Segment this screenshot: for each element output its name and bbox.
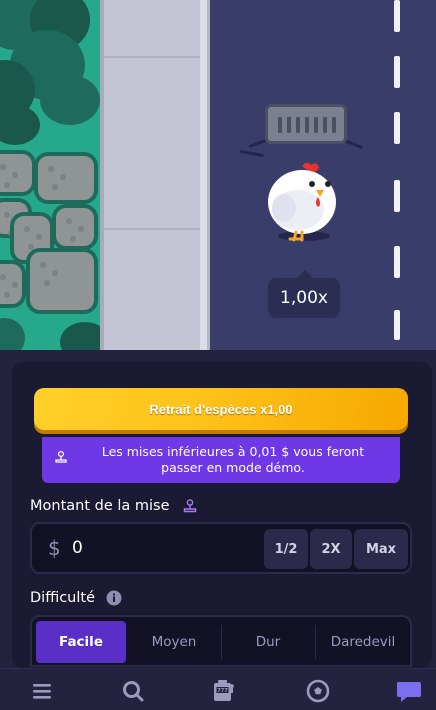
joystick-icon <box>183 499 197 513</box>
manhole-cover <box>265 104 347 144</box>
bottom-nav: 777 <box>0 668 436 710</box>
bet-amount-input[interactable] <box>72 534 252 562</box>
bet-amount-label: Montant de la mise <box>30 498 170 514</box>
game-scene: 1,00x <box>0 0 436 350</box>
chat-icon[interactable] <box>396 679 422 703</box>
bet-amount-field: $ 1/2 2X Max <box>30 522 412 574</box>
info-icon[interactable] <box>106 590 122 606</box>
multiplier-badge: 1,00x <box>268 270 340 318</box>
difficulty-option-daredevil[interactable]: Daredevil <box>316 621 410 663</box>
slot-machine-icon[interactable]: 777 <box>212 679 236 703</box>
difficulty-selector: Facile Moyen Dur Daredevil <box>30 615 412 667</box>
difficulty-label: Difficulté <box>30 590 96 606</box>
curb <box>200 0 210 350</box>
max-bet-button[interactable]: Max <box>354 529 408 569</box>
joystick-icon <box>55 450 67 463</box>
search-icon[interactable] <box>121 679 145 703</box>
demo-mode-notice: Les mises inférieures à 0,01 $ vous fero… <box>42 437 400 483</box>
grass-area <box>0 0 110 350</box>
menu-icon[interactable] <box>30 679 54 703</box>
demo-mode-text: Les mises inférieures à 0,01 $ vous fero… <box>101 444 365 475</box>
sidewalk <box>100 0 200 350</box>
double-bet-button[interactable]: 2X <box>310 529 352 569</box>
half-bet-button[interactable]: 1/2 <box>264 529 308 569</box>
difficulty-option-moyen[interactable]: Moyen <box>128 621 220 663</box>
game-root: 1,00x Retrait d'espèces x1,00 Les mises … <box>0 0 436 710</box>
svg-text:777: 777 <box>217 688 228 694</box>
cashout-button[interactable]: Retrait d'espèces x1,00 <box>34 388 408 430</box>
currency-symbol: $ <box>48 536 61 560</box>
difficulty-option-dur[interactable]: Dur <box>222 621 314 663</box>
soccer-ball-icon[interactable] <box>306 679 330 703</box>
difficulty-option-facile[interactable]: Facile <box>36 621 126 663</box>
chicken-icon <box>268 162 336 242</box>
